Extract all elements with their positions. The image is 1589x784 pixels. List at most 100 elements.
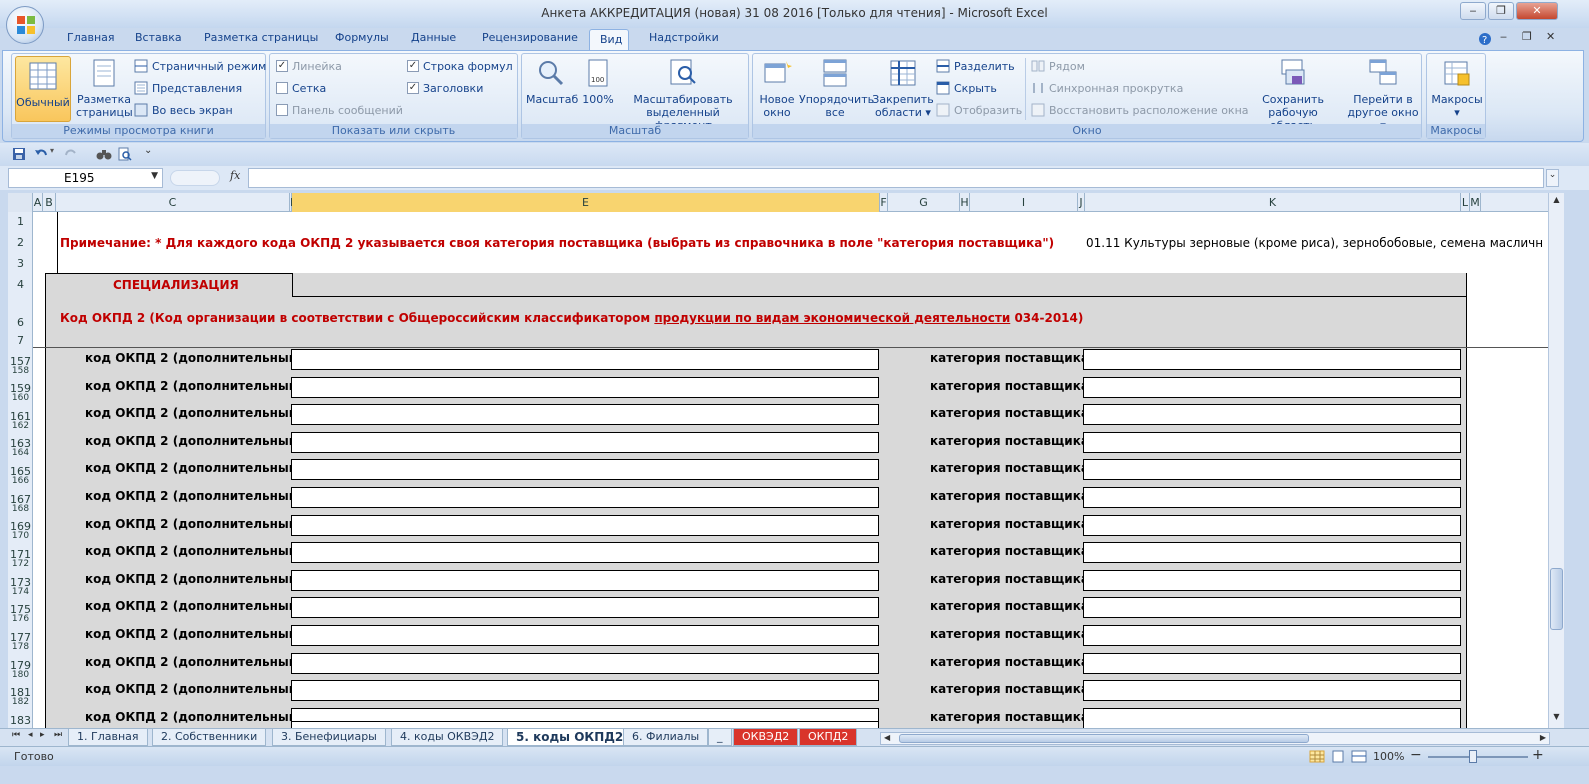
save-icon[interactable] [12, 147, 26, 161]
minimize-button[interactable]: ‒ [1460, 2, 1486, 20]
tab-page-layout[interactable]: Разметка страницы [204, 31, 318, 44]
okpd-code-input[interactable] [291, 431, 879, 453]
page-break-button[interactable]: Страничный режим [134, 57, 266, 75]
hscroll-thumb[interactable] [899, 734, 1309, 743]
row-header[interactable]: 174 [8, 587, 32, 597]
row-header[interactable]: 168 [8, 504, 32, 514]
normal-view-status-icon[interactable] [1309, 750, 1325, 763]
page-layout-button[interactable]: Разметка страницы [76, 58, 133, 119]
select-all-corner[interactable] [8, 193, 33, 212]
row-header[interactable]: 158 [8, 366, 32, 376]
headings-checkbox[interactable]: ✓ Заголовки [407, 79, 483, 97]
column-header-i[interactable]: I [970, 193, 1078, 212]
column-header-b[interactable]: B [43, 193, 56, 212]
office-button[interactable] [6, 6, 44, 44]
supplier-category-input[interactable] [1083, 459, 1461, 481]
fx-icon[interactable]: fx [230, 169, 240, 182]
scroll-left-icon[interactable]: ◀ [884, 733, 890, 742]
tab-insert[interactable]: Вставка [135, 31, 182, 44]
row-header[interactable]: 170 [8, 531, 32, 541]
row-header[interactable]: 166 [8, 476, 32, 486]
row-header[interactable]: 160 [8, 393, 32, 403]
binoculars-icon[interactable] [96, 147, 112, 161]
row-header[interactable]: 178 [8, 642, 32, 652]
row-header[interactable]: 1 [8, 215, 32, 228]
sheet-tab-branches[interactable]: 6. Филиалы [623, 729, 709, 746]
zoom-slider-thumb[interactable] [1469, 750, 1477, 763]
undo-icon[interactable] [34, 147, 48, 161]
message-bar-checkbox[interactable]: Панель сообщений [276, 101, 403, 119]
okpd-code-input[interactable] [291, 569, 879, 591]
worksheet-grid[interactable]: Примечание: * Для каждого кода ОКПД 2 ук… [33, 212, 1548, 728]
okpd-code-input[interactable] [291, 514, 879, 536]
vertical-scrollbar[interactable]: ▲ ▼ [1548, 193, 1564, 728]
ws-close-icon[interactable]: ✕ [1546, 30, 1555, 43]
row-header[interactable]: 176 [8, 614, 32, 624]
supplier-category-input[interactable] [1083, 404, 1461, 426]
ruler-checkbox[interactable]: ✓ Линейка [276, 57, 342, 75]
customize-qat-icon[interactable]: ⌄ [144, 145, 152, 156]
next-sheet-icon[interactable]: ▸ [40, 730, 45, 740]
sheet-tab-blank[interactable]: _ [708, 729, 732, 746]
row-header[interactable]: 2 [8, 236, 32, 249]
new-window-button[interactable]: Новое окно [756, 58, 798, 119]
zoom-slider-track[interactable] [1428, 756, 1528, 758]
prev-sheet-icon[interactable]: ◂ [28, 730, 33, 740]
sheet-tab-okved2-ref[interactable]: ОКВЭД2 [733, 729, 799, 746]
supplier-category-input[interactable] [1083, 707, 1461, 728]
page-break-status-icon[interactable] [1351, 750, 1367, 763]
name-box-dropdown-icon[interactable]: ▼ [151, 171, 158, 181]
hide-button[interactable]: Скрыть [936, 79, 997, 97]
arrange-all-button[interactable]: Упорядочить все [799, 58, 874, 119]
row-header[interactable]: 7 [8, 334, 32, 347]
scroll-up-icon[interactable]: ▲ [1550, 195, 1563, 209]
row-header[interactable]: 180 [8, 670, 32, 680]
sheet-tab-okpd2[interactable]: 5. коды ОКПД2 [507, 729, 633, 746]
horizontal-scrollbar[interactable]: ◀ ▶ [880, 732, 1550, 745]
tab-review[interactable]: Рецензирование [482, 31, 578, 44]
tab-data[interactable]: Данные [411, 31, 456, 44]
okpd-code-input[interactable] [291, 680, 879, 702]
column-header-a[interactable]: A [33, 193, 43, 212]
row-header[interactable]: 182 [8, 697, 32, 707]
okpd-code-input[interactable] [291, 376, 879, 398]
column-header-j[interactable]: J [1078, 193, 1085, 212]
tab-home[interactable]: Главная [67, 31, 115, 44]
okpd-code-input[interactable] [291, 625, 879, 646]
macros-button[interactable]: Макросы ▾ [1431, 58, 1483, 119]
expand-formula-bar-icon[interactable]: ⌄ [1546, 169, 1559, 187]
row-header[interactable]: 172 [8, 559, 32, 569]
formula-bar-checkbox[interactable]: ✓ Строка формул [407, 57, 513, 75]
column-header-k[interactable]: K [1085, 193, 1461, 212]
supplier-category-input[interactable] [1083, 597, 1461, 619]
sheet-tab-owners[interactable]: 2. Собственники [152, 729, 267, 746]
supplier-category-input[interactable] [1083, 349, 1461, 370]
row-header[interactable]: 4 [8, 278, 32, 291]
unhide-button[interactable]: Отобразить [936, 101, 1022, 119]
tab-formulas[interactable]: Формулы [335, 31, 389, 44]
tab-addins[interactable]: Надстройки [649, 31, 719, 44]
row-header[interactable]: 3 [8, 257, 32, 270]
zoom-100-button[interactable]: 100 100% [578, 58, 618, 106]
row-header[interactable]: 183 [8, 714, 32, 727]
freeze-panes-button[interactable]: Закрепить области ▾ [872, 58, 934, 119]
okpd-code-input[interactable] [291, 487, 879, 508]
zoom-in-icon[interactable]: + [1532, 747, 1544, 763]
custom-views-button[interactable]: Представления [134, 79, 242, 97]
scroll-right-icon[interactable]: ▶ [1540, 733, 1546, 742]
formula-bar-resize-handle[interactable] [170, 170, 220, 186]
supplier-category-input[interactable] [1083, 652, 1461, 674]
tab-view[interactable]: Вид [589, 29, 629, 51]
synchronous-scrolling-button[interactable]: Синхронная прокрутка [1031, 79, 1183, 97]
sheet-tab-beneficiaries[interactable]: 3. Бенефициары [272, 729, 386, 746]
column-header-c[interactable]: C [56, 193, 290, 212]
last-sheet-icon[interactable]: ⏭ [54, 730, 62, 740]
sheet-tab-okved2[interactable]: 4. коды ОКВЭД2 [391, 729, 504, 746]
okpd-code-input[interactable] [291, 597, 879, 619]
okpd-code-input[interactable] [291, 459, 879, 481]
sheet-tab-okpd2-ref[interactable]: ОКПД2 [799, 729, 858, 746]
column-header-e[interactable]: E [292, 193, 880, 212]
reset-window-position-button[interactable]: Восстановить расположение окна [1031, 101, 1249, 119]
supplier-category-input[interactable] [1083, 376, 1461, 398]
split-button[interactable]: Разделить [936, 57, 1015, 75]
